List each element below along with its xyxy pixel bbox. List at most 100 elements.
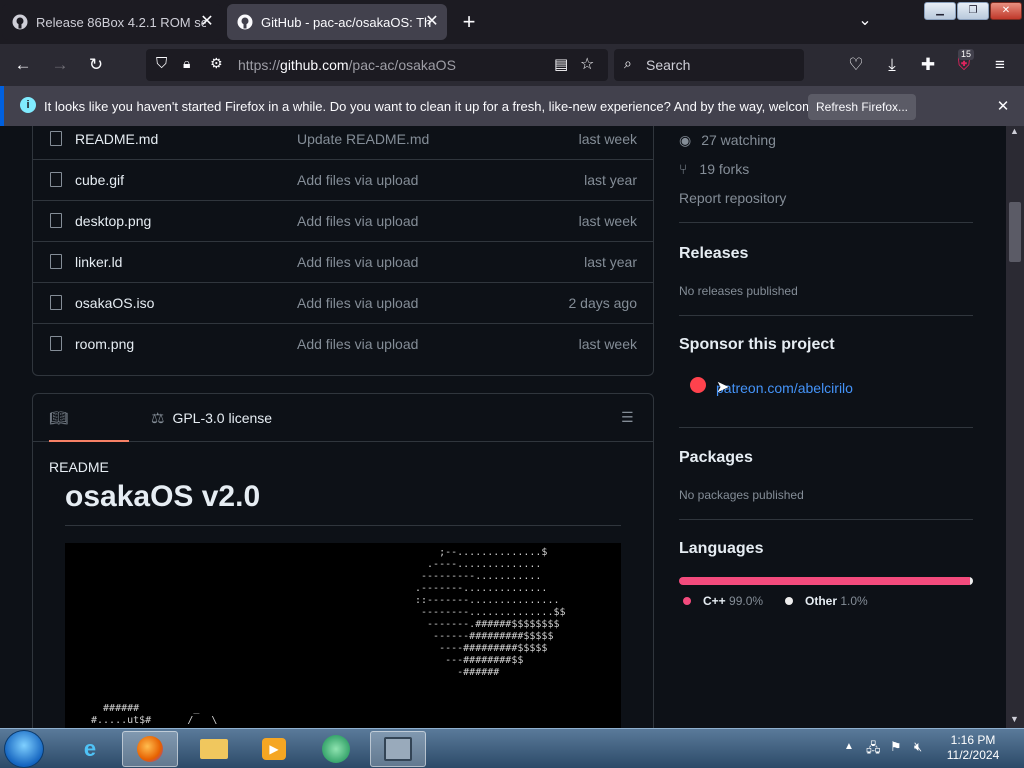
- language-bar-segment-other[interactable]: [970, 577, 973, 585]
- table-row[interactable]: cube.gif Add files via upload last year: [33, 159, 653, 200]
- new-tab-button[interactable]: +: [456, 10, 482, 36]
- forward-arrow-icon[interactable]: →: [47, 53, 73, 77]
- 86box-taskbar-button[interactable]: [370, 731, 426, 767]
- clock-time: 1:16 PM: [950, 733, 996, 747]
- close-window-button[interactable]: ✕: [990, 2, 1022, 20]
- language-other[interactable]: Other 1.0%: [805, 594, 868, 608]
- table-row[interactable]: desktop.png Add files via upload last week: [33, 200, 653, 241]
- commit-message[interactable]: Add files via upload: [297, 213, 418, 229]
- releases-heading[interactable]: Releases: [679, 245, 748, 263]
- reader-view-icon[interactable]: ▤: [554, 55, 568, 73]
- file-icon: [50, 131, 62, 146]
- menu-icon[interactable]: ≡: [987, 53, 1013, 77]
- commit-message[interactable]: Update README.md: [297, 131, 429, 147]
- ascii-art-moon: ;--..............$ .----.............. -…: [415, 547, 566, 678]
- firefox-taskbar-button[interactable]: [122, 731, 178, 767]
- url-bar[interactable]: ⛉ 🔒︎ ⚙ https://github.com/pac-ac/osakaOS…: [146, 49, 608, 81]
- file-explorer-icon[interactable]: [186, 731, 242, 767]
- forks-count[interactable]: ⑂ 19 forks: [679, 161, 749, 177]
- commit-date: last year: [584, 172, 637, 188]
- commit-date: last week: [578, 336, 637, 352]
- file-name[interactable]: linker.ld: [75, 254, 122, 270]
- media-center-icon[interactable]: [308, 731, 364, 767]
- outline-list-icon[interactable]: ☰: [621, 409, 637, 425]
- table-row[interactable]: README.md Update README.md last week: [33, 126, 653, 159]
- windows-taskbar: e ▶ ▲ 🖧︎ ⚑ 🔇︎ 1:16 PM 11/2/2024: [0, 728, 1024, 768]
- divider: [65, 525, 621, 526]
- file-name[interactable]: README.md: [75, 131, 158, 147]
- lock-icon[interactable]: 🔒︎: [183, 55, 190, 72]
- maximize-button[interactable]: ❐: [957, 2, 989, 20]
- table-row[interactable]: room.png Add files via upload last week: [33, 323, 653, 364]
- internet-explorer-icon[interactable]: e: [62, 731, 118, 767]
- scroll-down-icon[interactable]: ▼: [1010, 714, 1019, 724]
- extensions-icon[interactable]: ✚: [915, 53, 941, 77]
- tab-title: Release 86Box 4.2.1 ROM set · 86: [36, 14, 206, 30]
- commit-message[interactable]: Add files via upload: [297, 254, 418, 270]
- close-tab-icon[interactable]: ✕: [423, 13, 441, 31]
- action-center-flag-icon[interactable]: ⚑: [890, 739, 902, 755]
- refresh-firefox-button[interactable]: Refresh Firefox...: [808, 94, 916, 120]
- table-row[interactable]: osakaOS.iso Add files via upload 2 days ag…: [33, 282, 653, 323]
- permissions-icon[interactable]: ⚙: [210, 55, 223, 72]
- taskbar-clock[interactable]: 1:16 PM 11/2/2024: [938, 733, 1008, 763]
- tab-license[interactable]: ⚖ GPL-3.0 license: [151, 394, 272, 442]
- tab-86box-release[interactable]: Release 86Box 4.2.1 ROM set · 86 ✕: [2, 4, 222, 40]
- language-cpp[interactable]: C++ 99.0%: [703, 594, 763, 608]
- page-content: README.md Update README.md last week cube.…: [0, 126, 1006, 728]
- vertical-scrollbar[interactable]: ▲ ▼: [1006, 126, 1024, 728]
- search-icon: ⌕: [624, 55, 632, 71]
- commit-message[interactable]: Add files via upload: [297, 172, 418, 188]
- list-all-tabs-chevron-icon[interactable]: ⌄: [852, 10, 878, 34]
- network-icon[interactable]: 🖧︎: [866, 739, 881, 761]
- fork-icon: ⑂: [679, 161, 688, 177]
- pocket-icon[interactable]: ♡: [843, 53, 869, 77]
- close-tab-icon[interactable]: ✕: [198, 13, 216, 31]
- eye-icon: ◉: [679, 132, 692, 148]
- firefox-icon: [137, 736, 163, 762]
- show-hidden-icons-icon[interactable]: ▲: [844, 741, 854, 752]
- media-player-icon[interactable]: ▶: [246, 731, 302, 767]
- tab-osakaos[interactable]: GitHub - pac-ac/osakaOS: The ✕: [227, 4, 447, 40]
- patreon-icon: [690, 377, 706, 393]
- file-name[interactable]: cube.gif: [75, 172, 124, 188]
- watching-count[interactable]: ◉ 27 watching: [679, 132, 776, 149]
- file-name[interactable]: room.png: [75, 336, 134, 352]
- table-row[interactable]: linker.ld Add files via upload last year: [33, 241, 653, 282]
- tab-title: GitHub - pac-ac/osakaOS: The: [261, 14, 431, 30]
- reload-icon[interactable]: ↻: [83, 53, 109, 77]
- volume-muted-icon[interactable]: 🔇︎: [914, 739, 922, 755]
- file-name[interactable]: desktop.png: [75, 213, 151, 229]
- close-icon[interactable]: ✕: [994, 97, 1012, 115]
- info-icon: i: [20, 97, 36, 113]
- bookmark-star-icon[interactable]: ☆: [580, 54, 594, 74]
- file-icon: [50, 295, 62, 310]
- commit-message[interactable]: Add files via upload: [297, 336, 418, 352]
- search-bar[interactable]: ⌕ Search: [614, 49, 804, 81]
- commit-message[interactable]: Add files via upload: [297, 295, 418, 311]
- scroll-up-icon[interactable]: ▲: [1010, 126, 1019, 136]
- releases-text: No releases published: [679, 284, 798, 298]
- patreon-link[interactable]: patreon.com/abelcirilo: [716, 380, 853, 396]
- back-arrow-icon[interactable]: ←: [10, 53, 36, 77]
- minimize-button[interactable]: ▁: [924, 2, 956, 20]
- ascii-art-house: ###### _ #.....ut$# / \: [91, 703, 218, 726]
- file-list: README.md Update README.md last week cube.…: [32, 126, 654, 376]
- commit-date: last year: [584, 254, 637, 270]
- readme-tabs: 📖︎README ⚖ GPL-3.0 license ☰: [33, 394, 653, 475]
- start-button[interactable]: [4, 730, 44, 768]
- report-repository-link[interactable]: Report repository: [679, 190, 786, 206]
- languages-bar: [679, 577, 973, 585]
- notification-text: It looks like you haven't started Firefo…: [44, 99, 855, 114]
- readme-screenshot-image: ;--..............$ .----.............. -…: [65, 543, 621, 728]
- url-text[interactable]: https://github.com/pac-ac/osakaOS: [238, 57, 456, 73]
- tab-strip: Release 86Box 4.2.1 ROM set · 86 ✕ GitHu…: [0, 0, 1024, 44]
- downloads-icon[interactable]: ⤓: [879, 53, 905, 77]
- tracking-shield-icon[interactable]: ⛉: [156, 55, 167, 72]
- packages-heading[interactable]: Packages: [679, 449, 753, 467]
- clock-date: 11/2/2024: [946, 748, 1000, 762]
- language-bar-segment-cpp[interactable]: [679, 577, 971, 585]
- tab-readme[interactable]: 📖︎README: [49, 394, 129, 475]
- file-name[interactable]: osakaOS.iso: [75, 295, 154, 311]
- scrollbar-thumb[interactable]: [1009, 202, 1021, 262]
